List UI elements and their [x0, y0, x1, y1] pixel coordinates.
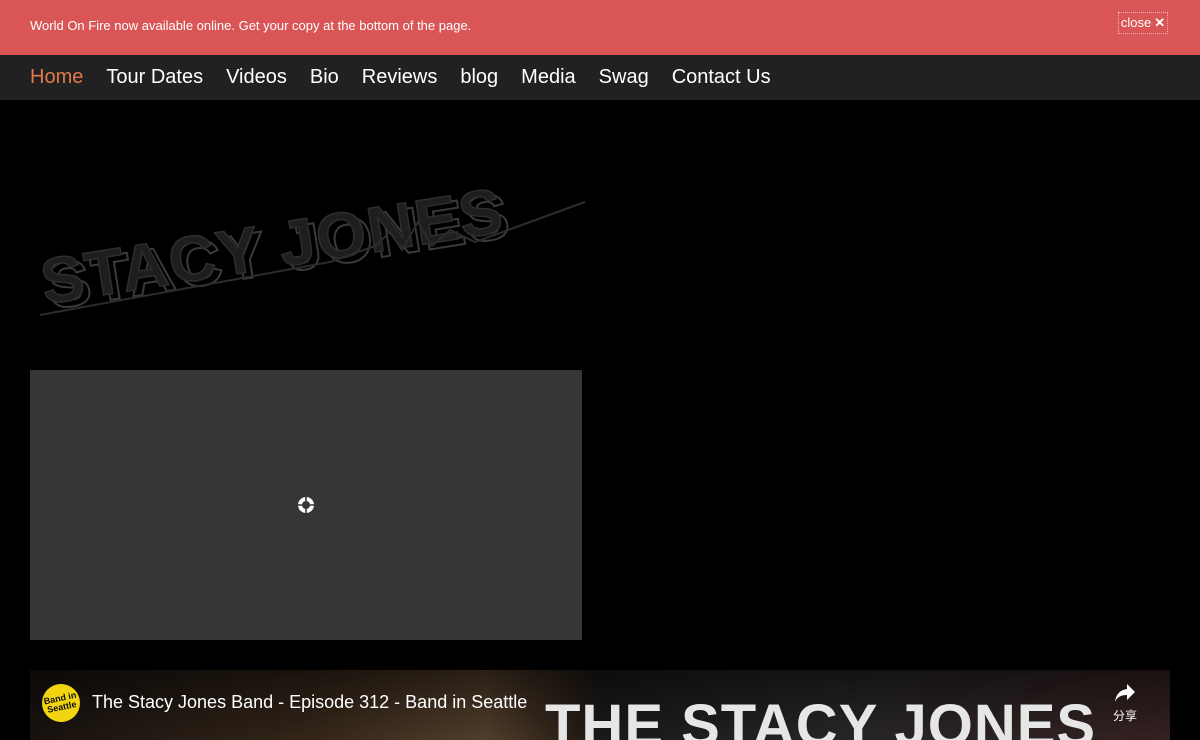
- main-nav: Home Tour Dates Videos Bio Reviews blog …: [0, 55, 1200, 100]
- nav-item-bio[interactable]: Bio: [310, 66, 339, 89]
- nav-item-reviews[interactable]: Reviews: [362, 66, 438, 89]
- youtube-embed[interactable]: THE STACY JONES Band in Seattle The Stac…: [30, 670, 1170, 740]
- nav-item-home[interactable]: Home: [30, 66, 83, 89]
- logo-graphic: STACY JONES STACY JONES: [35, 173, 586, 324]
- nav-item-swag[interactable]: Swag: [599, 66, 649, 89]
- loading-spinner-icon: [298, 497, 314, 513]
- banner-message: World On Fire now available online. Get …: [30, 18, 472, 33]
- thumbnail-title-text: THE STACY JONES: [545, 693, 1097, 740]
- nav-item-media[interactable]: Media: [521, 66, 575, 89]
- video-title[interactable]: The Stacy Jones Band - Episode 312 - Ban…: [92, 692, 527, 713]
- share-icon: [1115, 684, 1135, 702]
- announcement-banner: World On Fire now available online. Get …: [0, 0, 1200, 55]
- banner-close-button[interactable]: close ✕: [1118, 12, 1168, 34]
- share-label: 分享: [1112, 709, 1137, 723]
- site-logo[interactable]: STACY JONES STACY JONES: [30, 150, 590, 330]
- share-button[interactable]: 分享: [1108, 682, 1142, 730]
- banner-close-label: close: [1120, 15, 1152, 30]
- nav-item-blog[interactable]: blog: [460, 66, 498, 89]
- nav-item-contact-us[interactable]: Contact Us: [672, 66, 771, 89]
- logo-text: STACY JONES: [36, 174, 509, 318]
- close-icon: ✕: [1154, 15, 1166, 30]
- nav-item-tour-dates[interactable]: Tour Dates: [106, 66, 203, 89]
- video-loading-placeholder[interactable]: [30, 370, 582, 640]
- nav-item-videos[interactable]: Videos: [226, 66, 287, 89]
